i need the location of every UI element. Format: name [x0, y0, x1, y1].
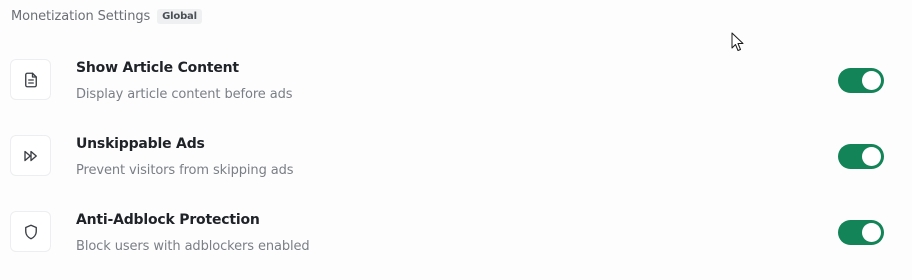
unskippable-ads-toggle[interactable]	[838, 144, 884, 169]
setting-title: Anti-Adblock Protection	[76, 212, 260, 228]
setting-description: Display article content before ads	[76, 87, 293, 102]
toggle-knob	[862, 147, 881, 166]
setting-row-anti-adblock-protection: Anti-Adblock Protection Block users with…	[10, 209, 890, 259]
setting-row-show-article-content: Show Article Content Display article con…	[10, 57, 890, 107]
settings-header: Monetization Settings Global	[11, 9, 202, 24]
shield-icon	[10, 211, 51, 252]
page-title: Monetization Settings	[11, 9, 151, 24]
mouse-cursor-icon	[731, 32, 744, 51]
setting-title: Show Article Content	[76, 60, 239, 76]
scope-badge: Global	[157, 9, 202, 24]
setting-description: Block users with adblockers enabled	[76, 239, 310, 254]
toggle-knob	[862, 71, 881, 90]
anti-adblock-protection-toggle[interactable]	[838, 220, 884, 245]
toggle-knob	[862, 223, 881, 242]
document-icon	[10, 59, 51, 100]
fast-forward-icon	[10, 135, 51, 176]
setting-row-unskippable-ads: Unskippable Ads Prevent visitors from sk…	[10, 133, 890, 183]
setting-description: Prevent visitors from skipping ads	[76, 163, 294, 178]
show-article-content-toggle[interactable]	[838, 68, 884, 93]
setting-title: Unskippable Ads	[76, 136, 205, 152]
